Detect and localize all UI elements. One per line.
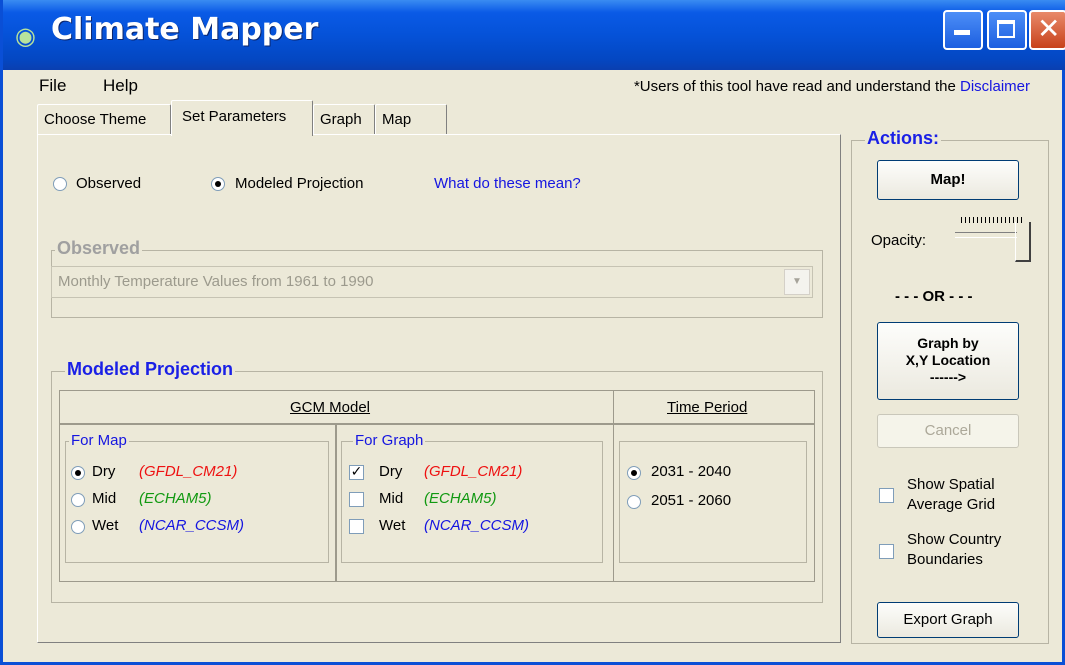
app-window: ◉ Climate Mapper ✕ File Help *Users of t… [0,0,1065,665]
disclaimer-link[interactable]: Disclaimer [960,78,1030,95]
observed-radio[interactable] [53,177,67,191]
period-2031-label: 2031 - 2040 [651,463,732,480]
for-map-title: For Map [69,432,129,449]
graph-button-line2: X,Y Location [905,352,991,368]
graph-mid-label: Mid [379,490,404,507]
opacity-slider-track[interactable] [955,232,1017,238]
cancel-button[interactable]: Cancel [877,414,1019,448]
label-line: Show Spatial [907,476,995,493]
graph-button-line3: ------> [929,369,967,385]
tab-label: Choose Theme [44,111,147,128]
minimize-button[interactable] [943,10,983,50]
or-separator: - - - OR - - - [895,288,973,305]
menu-file[interactable]: File [39,76,66,96]
map-wet-radio[interactable] [71,520,85,534]
tab-choose-theme[interactable]: Choose Theme [37,104,171,134]
observed-radio-label: Observed [76,175,142,192]
show-country-boundaries-checkbox[interactable] [879,544,894,559]
label-line: Show Country [907,531,1002,548]
period-2031-radio[interactable] [627,466,641,480]
tab-label: Map [382,111,412,128]
graph-mid-checkbox[interactable] [349,492,364,507]
observed-group-title: Observed [55,238,143,259]
opacity-slider-ticks [961,217,1023,223]
tab-label: Set Parameters [182,108,287,125]
close-icon: ✕ [1037,12,1061,45]
map-dry-radio[interactable] [71,466,85,480]
title-bar: ◉ Climate Mapper ✕ [3,0,1065,70]
close-button[interactable]: ✕ [1029,10,1065,50]
show-spatial-grid-checkbox[interactable] [879,488,894,503]
show-country-boundaries-label: Show Country Boundaries [907,530,1001,570]
graph-mid-model: (ECHAM5) [424,490,497,507]
label-line: Average Grid [907,496,996,513]
gcm-model-header: GCM Model [290,399,371,416]
tab-set-parameters[interactable]: Set Parameters [171,100,313,136]
modeled-projection-group-title: Modeled Projection [65,359,236,380]
map-dry-label: Dry [92,463,116,480]
maximize-icon [997,20,1015,38]
map-mid-model: (ECHAM5) [139,490,212,507]
menu-help[interactable]: Help [103,76,138,96]
graph-dry-model: (GFDL_CM21) [424,463,523,480]
map-dry-model: (GFDL_CM21) [139,463,238,480]
show-spatial-grid-label: Show Spatial Average Grid [907,475,995,515]
opacity-slider-thumb[interactable] [1015,222,1031,262]
minimize-icon [954,30,970,35]
maximize-button[interactable] [987,10,1027,50]
graph-wet-model: (NCAR_CCSM) [424,517,529,534]
graph-wet-checkbox[interactable] [349,519,364,534]
observed-dataset-value: Monthly Temperature Values from 1961 to … [58,273,374,290]
export-graph-button[interactable]: Export Graph [877,602,1019,638]
label-line: Boundaries [907,551,983,568]
graph-dry-label: Dry [379,463,403,480]
map-mid-radio[interactable] [71,493,85,507]
map-wet-label: Wet [92,517,119,534]
actions-title: Actions: [865,128,941,149]
period-2051-label: 2051 - 2060 [651,492,732,509]
globe-icon: ◉ [15,23,36,50]
graph-by-location-button[interactable]: Graph by X,Y Location ------> [877,322,1019,400]
chevron-down-icon: ▼ [784,269,810,295]
tab-map[interactable]: Map [375,104,447,134]
tab-label: Graph [320,111,362,128]
opacity-label: Opacity: [871,232,927,249]
map-wet-model: (NCAR_CCSM) [139,517,244,534]
period-2051-radio[interactable] [627,495,641,509]
help-link[interactable]: What do these mean? [434,175,581,192]
disclaimer-notice: *Users of this tool have read and unders… [634,78,1030,95]
graph-wet-label: Wet [379,517,406,534]
tab-graph[interactable]: Graph [313,104,375,134]
modeled-projection-radio[interactable] [211,177,225,191]
table-divider [59,423,815,425]
disclaimer-text: *Users of this tool have read and unders… [633,78,960,95]
graph-dry-checkbox[interactable]: ✓ [349,465,364,480]
observed-dataset-combo: Monthly Temperature Values from 1961 to … [51,266,813,298]
for-graph-title: For Graph [353,432,426,449]
graph-button-line1: Graph by [917,335,979,351]
map-button[interactable]: Map! [877,160,1019,200]
window-title: Climate Mapper [51,12,319,47]
map-mid-label: Mid [92,490,117,507]
modeled-projection-radio-label: Modeled Projection [235,175,364,192]
time-period-header: Time Period [667,399,748,416]
table-divider [335,423,337,582]
